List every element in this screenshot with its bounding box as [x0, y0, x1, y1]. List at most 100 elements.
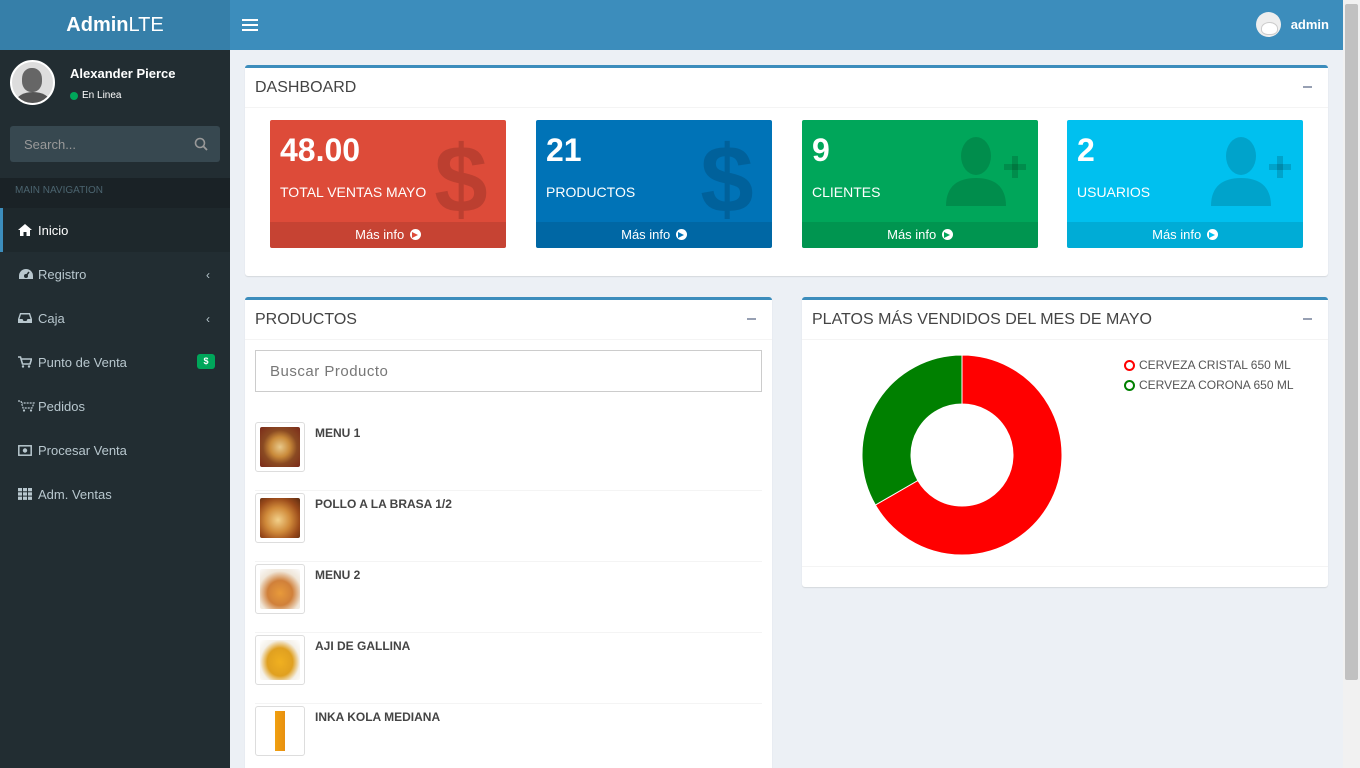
productos-box: PRODUCTOS MENU 1 POLLO A LA BRASA 1/2 ME… — [245, 297, 772, 768]
user-name: Alexander Pierce — [70, 66, 176, 81]
avatar — [1255, 12, 1281, 37]
product-list: MENU 1 POLLO A LA BRASA 1/2 MENU 2 AJI D… — [255, 420, 762, 768]
legend-label: CERVEZA CRISTAL 650 ML — [1139, 358, 1291, 372]
home-icon — [18, 224, 38, 236]
box-footer-divider — [802, 566, 1328, 567]
dollar-icon: $ — [700, 134, 753, 220]
platos-box: PLATOS MÁS VENDIDOS DEL MES DE MAYO CERV… — [802, 297, 1328, 587]
money-icon — [18, 444, 38, 456]
chevron-left-icon: ‹ — [206, 312, 210, 326]
user-plus-icon — [1211, 137, 1291, 206]
productos-title: PRODUCTOS — [255, 311, 357, 328]
sidebar-toggle-icon[interactable] — [242, 16, 258, 34]
chart-legend: CERVEZA CRISTAL 650 ML CERVEZA CORONA 650… — [1124, 355, 1294, 395]
platos-title: PLATOS MÁS VENDIDOS DEL MES DE MAYO — [812, 311, 1152, 328]
list-item[interactable]: MENU 1 — [255, 420, 762, 491]
product-image — [255, 564, 305, 614]
legend-circle-icon — [1124, 359, 1135, 371]
arrow-circle-right-icon — [675, 229, 687, 240]
svg-text:$: $ — [434, 134, 487, 220]
list-item[interactable]: INKA KOLA MEDIANA — [255, 704, 762, 768]
sidebar-item-punto-de-venta[interactable]: Punto de Venta $ — [0, 340, 230, 384]
search-icon[interactable] — [194, 137, 208, 151]
online-dot-icon — [70, 91, 78, 100]
buscar-producto-input[interactable] — [255, 350, 762, 392]
sidebar-item-registro[interactable]: Registro ‹ — [0, 252, 230, 296]
product-name: MENU 1 — [315, 426, 361, 440]
stat-card-productos: 21 PRODUCTOS $ Más info — [536, 120, 772, 248]
product-image — [255, 635, 305, 685]
svg-text:$: $ — [700, 134, 753, 220]
main-navigation-header: MAIN NAVIGATION — [0, 178, 230, 208]
sidebar-item-procesar-venta[interactable]: Procesar Venta — [0, 428, 230, 472]
sidebar-item-inicio[interactable]: Inicio — [0, 208, 230, 252]
user-menu[interactable]: admin — [1255, 12, 1329, 37]
sidebar: Alexander Pierce En Linea MAIN NAVIGATIO… — [0, 50, 230, 768]
list-item[interactable]: POLLO A LA BRASA 1/2 — [255, 491, 762, 562]
arrow-circle-right-icon — [941, 229, 953, 240]
list-item[interactable]: MENU 2 — [255, 562, 762, 633]
stat-card-usuarios: 2 USUARIOS Más info — [1067, 120, 1303, 248]
collapse-icon[interactable] — [747, 318, 756, 320]
dashboard-title: DASHBOARD — [255, 79, 357, 96]
stat-label: PRODUCTOS — [546, 184, 636, 200]
online-status: En Linea — [70, 90, 121, 101]
dashboard-box: DASHBOARD 48.00 TOTAL VENTAS MAYO $ Más … — [245, 65, 1328, 276]
mas-info-link[interactable]: Más info — [1067, 222, 1303, 248]
product-name: MENU 2 — [315, 568, 361, 582]
stat-card-ventas: 48.00 TOTAL VENTAS MAYO $ Más info — [270, 120, 506, 248]
stat-value: 21 — [546, 132, 582, 168]
legend-item: CERVEZA CRISTAL 650 ML — [1124, 355, 1294, 375]
product-image — [255, 422, 305, 472]
mas-info-link[interactable]: Más info — [802, 222, 1038, 248]
stat-label: CLIENTES — [812, 184, 881, 200]
sidebar-item-caja[interactable]: Caja ‹ — [0, 296, 230, 340]
list-item[interactable]: AJI DE GALLINA — [255, 633, 762, 704]
stat-value: 48.00 — [280, 132, 361, 168]
chevron-left-icon: ‹ — [206, 268, 210, 282]
mas-info-link[interactable]: Más info — [536, 222, 772, 248]
legend-circle-icon — [1124, 379, 1135, 391]
collapse-icon[interactable] — [1303, 318, 1312, 320]
legend-label: CERVEZA CORONA 650 ML — [1139, 378, 1294, 392]
donut-slice-1[interactable] — [861, 354, 963, 506]
dollar-badge: $ — [197, 354, 215, 369]
arrow-circle-right-icon — [1206, 229, 1218, 240]
user-panel: Alexander Pierce En Linea — [10, 60, 220, 110]
cart-plus-icon — [18, 400, 38, 412]
stat-value: 2 — [1077, 132, 1095, 168]
stat-label: USUARIOS — [1077, 184, 1151, 200]
dashboard-header: DASHBOARD — [245, 68, 1328, 108]
inbox-icon — [18, 312, 38, 324]
platos-header: PLATOS MÁS VENDIDOS DEL MES DE MAYO — [802, 300, 1328, 340]
user-plus-icon — [946, 137, 1026, 206]
sidebar-menu: Inicio Registro ‹ Caja ‹ Punto de Venta … — [0, 208, 230, 516]
dashboard-icon — [18, 268, 38, 280]
collapse-icon[interactable] — [1303, 86, 1312, 88]
product-image — [255, 706, 305, 756]
sidebar-item-pedidos[interactable]: Pedidos — [0, 384, 230, 428]
sidebar-item-adm-ventas[interactable]: Adm. Ventas — [0, 472, 230, 516]
product-name: INKA KOLA MEDIANA — [315, 710, 441, 724]
user-avatar — [10, 60, 55, 105]
sidebar-search-input[interactable] — [10, 126, 185, 162]
arrow-circle-right-icon — [409, 229, 421, 240]
scrollbar-thumb[interactable] — [1345, 4, 1358, 680]
product-image — [255, 493, 305, 543]
grid-icon — [18, 488, 38, 500]
cart-icon — [18, 356, 38, 368]
stat-card-clientes: 9 CLIENTES Más info — [802, 120, 1038, 248]
sidebar-search — [10, 126, 220, 162]
stat-label: TOTAL VENTAS MAYO — [280, 184, 427, 200]
legend-item: CERVEZA CORONA 650 ML — [1124, 375, 1294, 395]
page-scrollbar[interactable] — [1343, 0, 1360, 768]
product-name: AJI DE GALLINA — [315, 639, 411, 653]
logo[interactable]: AdminLTE — [0, 0, 230, 50]
username: admin — [1290, 17, 1329, 32]
dollar-icon: $ — [434, 134, 487, 220]
product-name: POLLO A LA BRASA 1/2 — [315, 497, 452, 511]
top-navbar: admin — [230, 0, 1343, 50]
productos-header: PRODUCTOS — [245, 300, 772, 340]
donut-chart — [861, 354, 1063, 556]
mas-info-link[interactable]: Más info — [270, 222, 506, 248]
